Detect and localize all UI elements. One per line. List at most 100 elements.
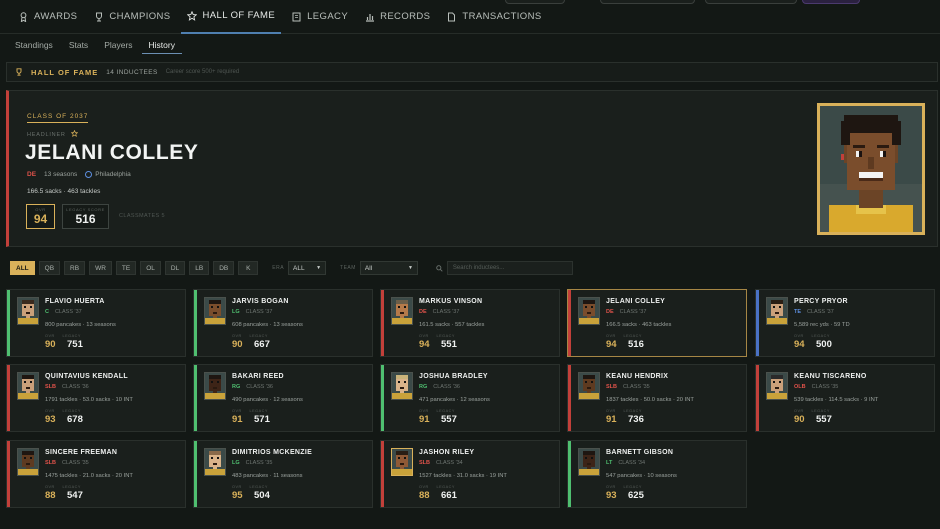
- player-name: KEANU HENDRIX: [606, 373, 669, 380]
- card-accent-bar: [194, 441, 197, 507]
- player-avatar: [204, 372, 226, 400]
- book-icon: [291, 11, 302, 22]
- trophy-icon: [15, 63, 23, 81]
- legacy-label: LEGACY: [811, 334, 830, 338]
- inductee-card[interactable]: QUINTAVIUS KENDALL SLB CLASS '36 1791 ta…: [6, 364, 186, 432]
- career-stats: 1837 tackles · 50.0 sacks · 20 INT: [606, 397, 694, 403]
- career-stats: 166.5 sacks · 463 tackles: [606, 322, 672, 328]
- card-accent-bar: [194, 290, 197, 356]
- filter-chip-qb[interactable]: QB: [38, 261, 61, 275]
- trophy-icon: [93, 11, 104, 22]
- inductee-card[interactable]: MARKUS VINSON DE CLASS '37 161.5 sacks ·…: [380, 289, 560, 357]
- featured-player-meta: DE 13 seasons Philadelphia: [27, 171, 131, 178]
- card-accent-bar: [7, 290, 10, 356]
- inductee-card[interactable]: JELANI COLLEY DE CLASS '37 166.5 sacks ·…: [567, 289, 747, 357]
- legacy-value: 516: [628, 339, 644, 350]
- tab-legacy[interactable]: LEGACY: [285, 0, 354, 34]
- document-icon: [446, 11, 457, 22]
- career-stats: 483 pancakes · 11 seasons: [232, 473, 303, 479]
- tab-transactions[interactable]: TRANSACTIONS: [440, 0, 547, 34]
- filter-chip-wr[interactable]: WR: [89, 261, 112, 275]
- ovr-value: 88: [45, 490, 56, 501]
- chevron-down-icon: ▼: [316, 265, 322, 271]
- tab-champions[interactable]: CHAMPIONS: [87, 0, 176, 34]
- ovr-label: OVR: [45, 334, 55, 338]
- filter-chip-dl[interactable]: DL: [164, 261, 186, 275]
- legacy-score-box: LEGACY SCORE 516: [62, 204, 109, 229]
- player-avatar: [766, 297, 788, 325]
- inductee-card[interactable]: JASHON RILEY SLB CLASS '34 1527 tackles …: [380, 440, 560, 508]
- career-stats: 1527 tackles · 31.0 sacks · 19 INT: [419, 473, 507, 479]
- player-avatar: [391, 372, 413, 400]
- score-labels: OVR LEGACY: [45, 409, 81, 413]
- card-accent-bar: [568, 441, 571, 507]
- player-meta: DE CLASS '37: [606, 309, 646, 315]
- inductee-card[interactable]: KEANU TISCARENO OLB CLASS '35 539 tackle…: [755, 364, 935, 432]
- sub-nav: Standings Stats Players History: [0, 34, 940, 56]
- inductee-card[interactable]: KEANU HENDRIX SLB CLASS '35 1837 tackles…: [567, 364, 747, 432]
- filter-chip-rb[interactable]: RB: [64, 261, 86, 275]
- filter-chip-te[interactable]: TE: [115, 261, 137, 275]
- player-name: JOSHUA BRADLEY: [419, 373, 488, 380]
- inductee-card[interactable]: BAKARI REED RG CLASS '36 490 pancakes · …: [193, 364, 373, 432]
- tab-awards[interactable]: AWARDS: [12, 0, 83, 34]
- legacy-label: LEGACY: [811, 409, 830, 413]
- ovr-label: OVR: [232, 409, 242, 413]
- team-icon: [85, 171, 93, 178]
- classmates-count[interactable]: CLASSMATES 5: [119, 213, 165, 219]
- filter-chip-k[interactable]: K: [238, 261, 259, 275]
- player-meta: OLB CLASS '35: [794, 384, 838, 390]
- subtab-standings[interactable]: Standings: [8, 37, 60, 53]
- subtab-players[interactable]: Players: [97, 37, 139, 53]
- hall-of-fame-header: HALL OF FAME 14 INDUCTEES Career score 5…: [6, 62, 938, 82]
- tab-hall-of-fame[interactable]: HALL OF FAME: [180, 0, 282, 34]
- class-tag: CLASS OF 2037: [27, 113, 89, 123]
- position-badge: RG: [419, 384, 428, 390]
- position-badge: LT: [606, 460, 613, 466]
- career-stats: 539 tackles · 114.5 sacks · 9 INT: [794, 397, 879, 403]
- ovr-label: OVR: [45, 485, 55, 489]
- career-stats: 1475 tackles · 21.0 sacks · 20 INT: [45, 473, 133, 479]
- subtab-stats[interactable]: Stats: [62, 37, 95, 53]
- player-name: MARKUS VINSON: [419, 298, 483, 305]
- card-accent-bar: [756, 290, 759, 356]
- score-labels: OVR LEGACY: [45, 485, 81, 489]
- legacy-value: 736: [628, 414, 644, 425]
- era-select[interactable]: ALL ▼: [288, 261, 327, 275]
- tab-label: AWARDS: [34, 11, 78, 22]
- class-year: CLASS '36: [433, 384, 460, 390]
- search-input[interactable]: Search inductees...: [446, 261, 573, 275]
- headliner-text: HEADLINER: [27, 131, 66, 138]
- inductee-card[interactable]: BARNETT GIBSON LT CLASS '34 547 pancakes…: [567, 440, 747, 508]
- filter-chip-all[interactable]: ALL: [10, 261, 35, 275]
- tab-label: LEGACY: [307, 11, 349, 22]
- score-labels: OVR LEGACY: [606, 485, 642, 489]
- filter-chip-db[interactable]: DB: [213, 261, 235, 275]
- team-select[interactable]: All ▼: [359, 261, 418, 275]
- subtab-history[interactable]: History: [141, 37, 182, 54]
- inductee-card[interactable]: PERCY PRYOR TE CLASS '37 5,589 rec yds ·…: [755, 289, 935, 357]
- card-accent-bar: [381, 290, 384, 356]
- inductee-card[interactable]: DIMITRIOS MCKENZIE LG CLASS '35 483 panc…: [193, 440, 373, 508]
- inductee-card[interactable]: FLAVIO HUERTA C CLASS '37 800 pancakes ·…: [6, 289, 186, 357]
- star-icon: [70, 129, 78, 139]
- legacy-label: LEGACY: [62, 485, 81, 489]
- score-labels: OVR LEGACY: [606, 334, 642, 338]
- filter-chip-ol[interactable]: OL: [140, 261, 161, 275]
- inductee-card[interactable]: JOSHUA BRADLEY RG CLASS '36 471 pancakes…: [380, 364, 560, 432]
- score-labels: OVR LEGACY: [232, 334, 268, 338]
- player-avatar: [578, 372, 600, 400]
- position-badge: LG: [232, 460, 240, 466]
- inductee-card[interactable]: SINCERE FREEMAN SLB CLASS '35 1475 tackl…: [6, 440, 186, 508]
- player-avatar: [766, 372, 788, 400]
- filter-chip-lb[interactable]: LB: [189, 261, 210, 275]
- tab-records[interactable]: RECORDS: [358, 0, 436, 34]
- player-name: KEANU TISCARENO: [794, 373, 867, 380]
- inductee-card[interactable]: JARVIS BOGAN LG CLASS '37 608 pancakes ·…: [193, 289, 373, 357]
- filter-bar: ALL QB RB WR TE OL DL LB DB K ERA ALL ▼ …: [6, 259, 938, 277]
- position-badge: SLB: [45, 460, 56, 466]
- legacy-label: LEGACY: [62, 334, 81, 338]
- class-year: CLASS '35: [623, 384, 650, 390]
- class-year: CLASS '37: [807, 309, 834, 315]
- card-accent-bar: [568, 365, 571, 431]
